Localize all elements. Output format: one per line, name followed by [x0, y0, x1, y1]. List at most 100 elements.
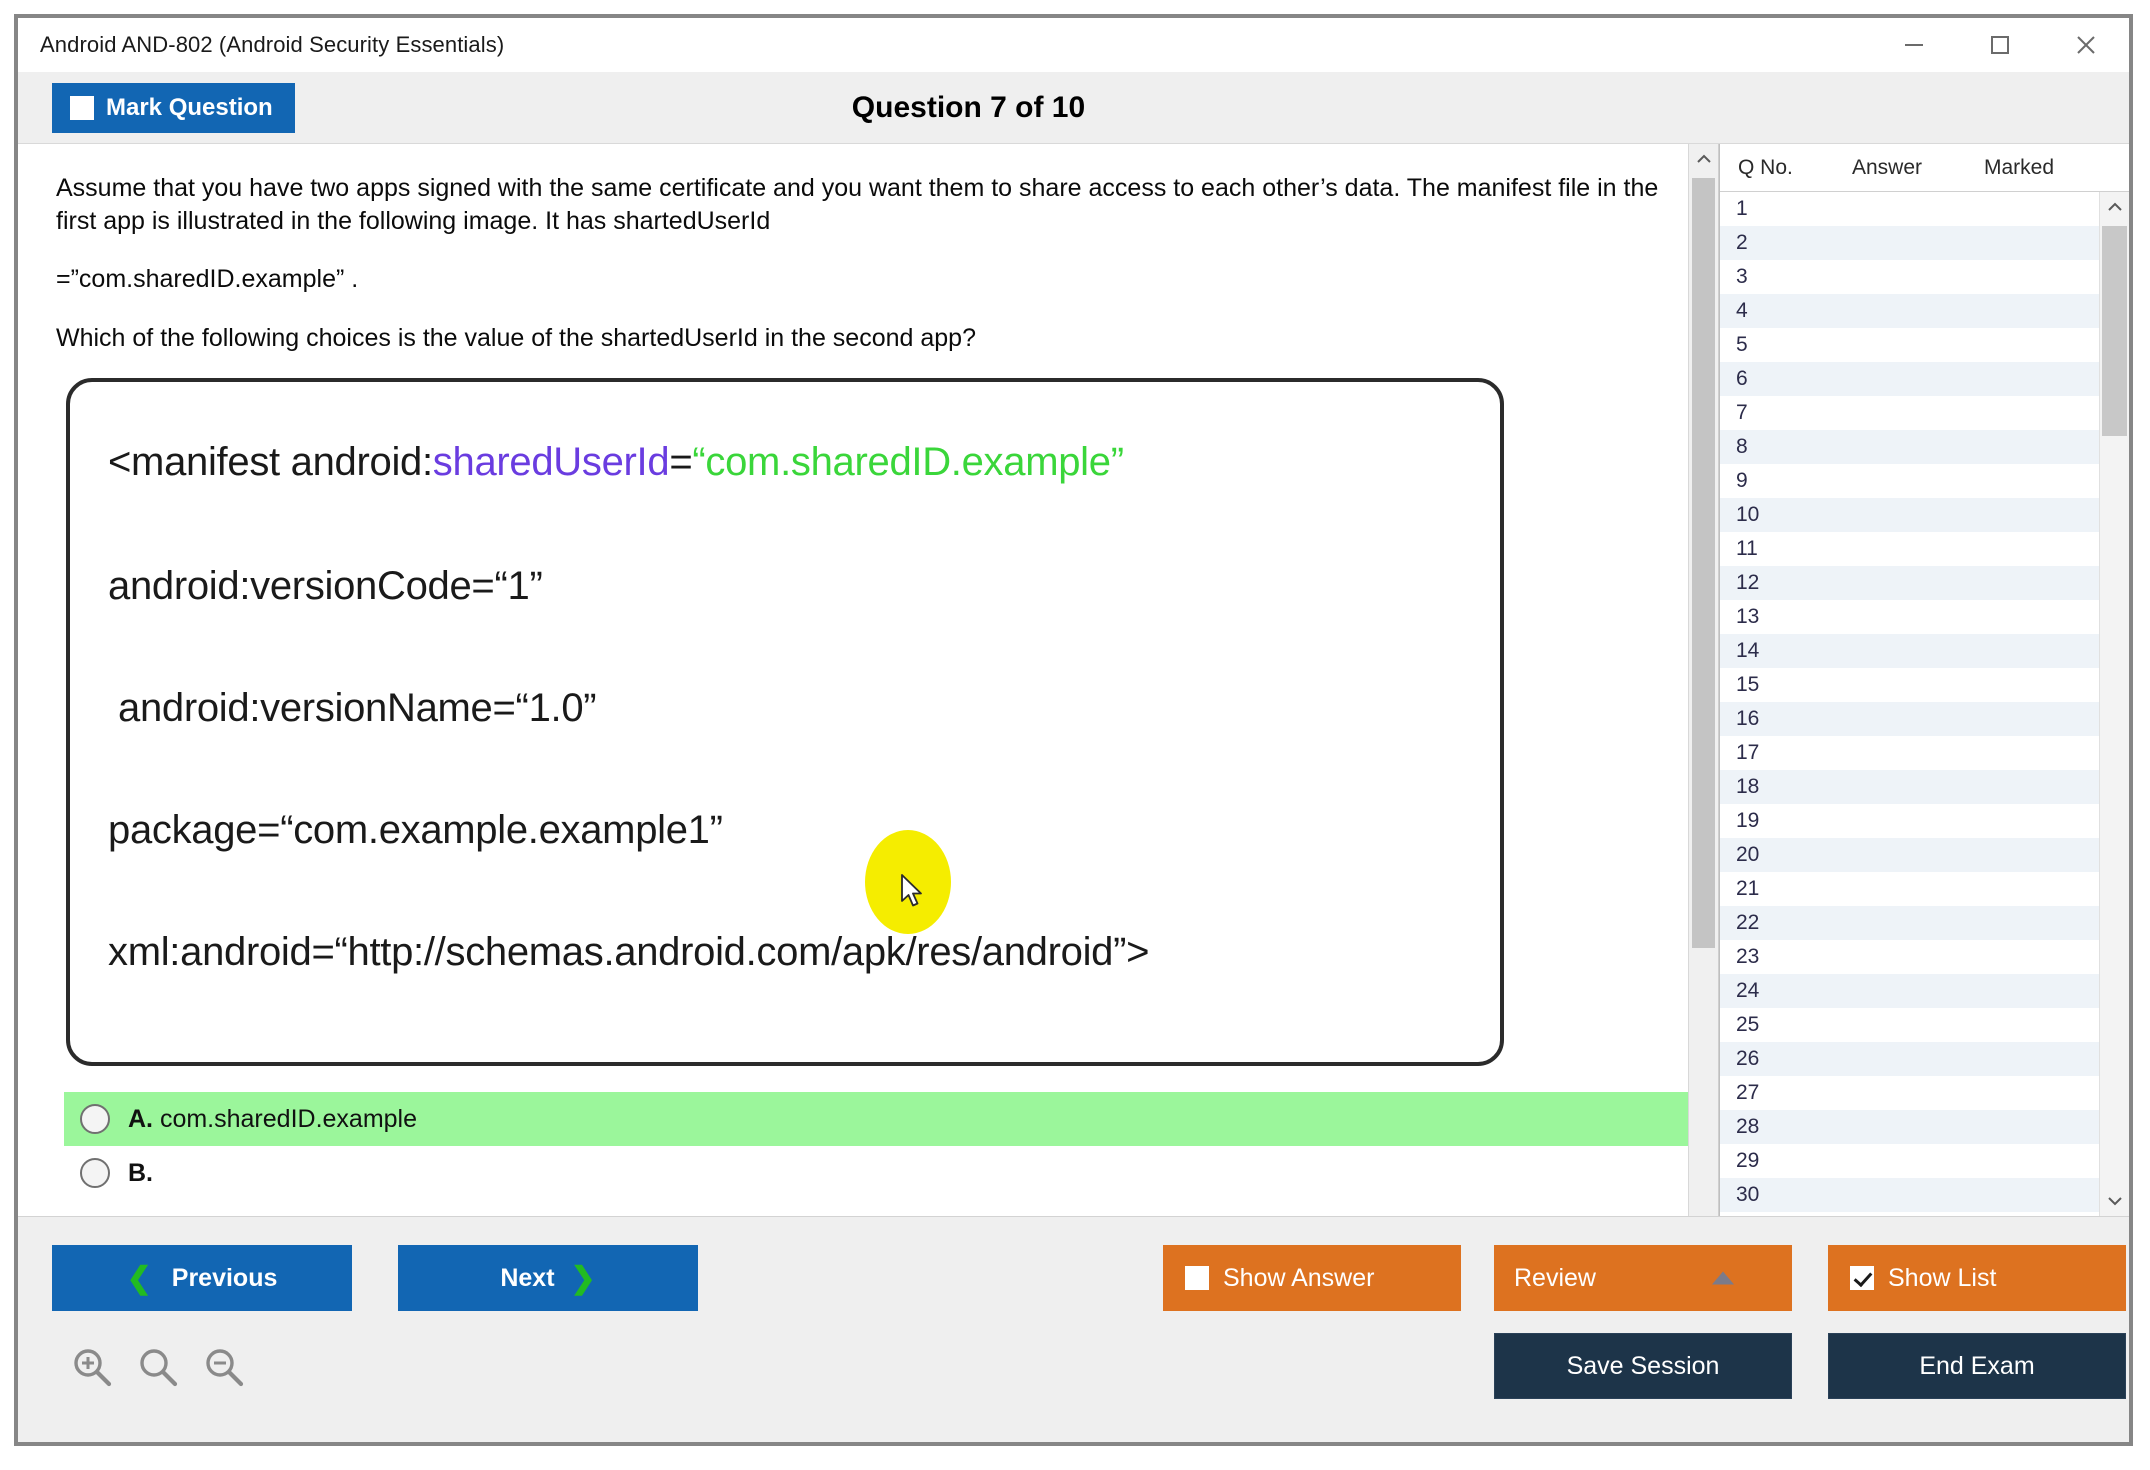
question-list-row[interactable]: 26 — [1720, 1042, 2099, 1076]
window-controls — [1871, 18, 2129, 72]
previous-button[interactable]: ❮ Previous — [52, 1245, 352, 1311]
answer-options: A. com.sharedID.example B. — [64, 1092, 1674, 1200]
question-list-row[interactable]: 14 — [1720, 634, 2099, 668]
end-exam-button[interactable]: End Exam — [1828, 1333, 2126, 1399]
question-list-row[interactable]: 29 — [1720, 1144, 2099, 1178]
zoom-in-icon[interactable] — [70, 1345, 114, 1389]
question-list-row[interactable]: 18 — [1720, 770, 2099, 804]
show-list-label: Show List — [1888, 1264, 1996, 1293]
column-header-marked: Marked — [1984, 156, 2129, 180]
question-list-row[interactable]: 11 — [1720, 532, 2099, 566]
row-question-number: 29 — [1720, 1149, 1780, 1173]
question-list-row[interactable]: 7 — [1720, 396, 2099, 430]
row-question-number: 25 — [1720, 1013, 1780, 1037]
option-b-radio[interactable] — [80, 1158, 110, 1188]
question-list-row[interactable]: 6 — [1720, 362, 2099, 396]
question-list-row[interactable]: 23 — [1720, 940, 2099, 974]
question-list-row[interactable]: 25 — [1720, 1008, 2099, 1042]
chevron-down-icon — [2107, 1195, 2123, 1207]
question-list-row[interactable]: 17 — [1720, 736, 2099, 770]
question-list-row[interactable]: 16 — [1720, 702, 2099, 736]
option-a-radio[interactable] — [80, 1104, 110, 1134]
question-list-row[interactable]: 13 — [1720, 600, 2099, 634]
save-session-label: Save Session — [1567, 1352, 1720, 1381]
code-line-4: package=“com.example.example1” — [108, 810, 1462, 850]
question-list-rows: 1234567891011121314151617181920212223242… — [1720, 192, 2099, 1216]
row-question-number: 28 — [1720, 1115, 1780, 1139]
question-list-body: 1234567891011121314151617181920212223242… — [1720, 192, 2129, 1216]
row-question-number: 10 — [1720, 503, 1780, 527]
minimize-icon — [1901, 32, 1927, 58]
show-answer-label: Show Answer — [1223, 1264, 1374, 1293]
question-list-row[interactable]: 20 — [1720, 838, 2099, 872]
row-question-number: 30 — [1720, 1183, 1780, 1207]
code-line-3: android:versionName=“1.0” — [108, 688, 1462, 728]
title-bar: Android AND-802 (Android Security Essent… — [18, 18, 2129, 72]
triangle-up-icon — [1712, 1272, 1734, 1285]
column-header-answer: Answer — [1852, 156, 1984, 180]
row-question-number: 19 — [1720, 809, 1780, 833]
minimize-button[interactable] — [1871, 18, 1957, 72]
show-list-checkbox-icon — [1850, 1266, 1874, 1290]
code-line-5: xml:android=“http://schemas.android.com/… — [108, 932, 1462, 972]
question-list-row[interactable]: 21 — [1720, 872, 2099, 906]
question-list-row[interactable]: 22 — [1720, 906, 2099, 940]
zoom-out-icon[interactable] — [202, 1345, 246, 1389]
question-list-scrollbar[interactable] — [2099, 192, 2129, 1216]
question-list-row[interactable]: 12 — [1720, 566, 2099, 600]
code-line-1: <manifest android:sharedUserId=“com.shar… — [108, 442, 1462, 482]
question-list-row[interactable]: 19 — [1720, 804, 2099, 838]
review-button[interactable]: Review — [1494, 1245, 1792, 1311]
question-list-row[interactable]: 30 — [1720, 1178, 2099, 1212]
close-button[interactable] — [2043, 18, 2129, 72]
question-list-row[interactable]: 28 — [1720, 1110, 2099, 1144]
question-list-row[interactable]: 24 — [1720, 974, 2099, 1008]
mark-question-label: Mark Question — [106, 94, 273, 122]
row-question-number: 21 — [1720, 877, 1780, 901]
next-button[interactable]: Next ❯ — [398, 1245, 698, 1311]
question-list-row[interactable]: 2 — [1720, 226, 2099, 260]
question-counter: Question 7 of 10 — [18, 91, 2129, 125]
question-list-row[interactable]: 10 — [1720, 498, 2099, 532]
list-scroll-down-button[interactable] — [2100, 1186, 2129, 1216]
option-b[interactable]: B. — [64, 1146, 1710, 1200]
list-scroll-thumb[interactable] — [2102, 226, 2127, 436]
question-list-row[interactable]: 15 — [1720, 668, 2099, 702]
exam-window: Android AND-802 (Android Security Essent… — [14, 14, 2133, 1446]
zoom-reset-icon[interactable] — [136, 1345, 180, 1389]
row-question-number: 27 — [1720, 1081, 1780, 1105]
row-question-number: 8 — [1720, 435, 1780, 459]
option-a[interactable]: A. com.sharedID.example — [64, 1092, 1710, 1146]
question-list-row[interactable]: 5 — [1720, 328, 2099, 362]
mark-question-button[interactable]: Mark Question — [52, 83, 295, 133]
chevron-right-icon: ❯ — [571, 1261, 596, 1296]
row-question-number: 4 — [1720, 299, 1780, 323]
question-list-row[interactable]: 9 — [1720, 464, 2099, 498]
review-label: Review — [1514, 1264, 1596, 1293]
content-scroll-up-button[interactable] — [1689, 144, 1718, 174]
mark-question-checkbox-icon — [70, 96, 94, 120]
content-scroll-thumb[interactable] — [1692, 178, 1715, 948]
show-answer-button[interactable]: Show Answer — [1163, 1245, 1461, 1311]
question-content-pane: Assume that you have two apps signed wit… — [18, 144, 1719, 1216]
main-body: Assume that you have two apps signed wit… — [18, 144, 2129, 1216]
content-scrollbar[interactable] — [1688, 144, 1718, 1216]
save-session-button[interactable]: Save Session — [1494, 1333, 1792, 1399]
question-list-row[interactable]: 3 — [1720, 260, 2099, 294]
option-b-letter: B. — [128, 1159, 153, 1187]
question-list-row[interactable]: 8 — [1720, 430, 2099, 464]
row-question-number: 18 — [1720, 775, 1780, 799]
question-list-header: Q No. Answer Marked — [1720, 144, 2129, 192]
close-icon — [2071, 30, 2101, 60]
row-question-number: 6 — [1720, 367, 1780, 391]
question-list-row[interactable]: 27 — [1720, 1076, 2099, 1110]
list-scroll-up-button[interactable] — [2100, 192, 2129, 222]
chevron-up-icon — [2107, 201, 2123, 213]
show-list-button[interactable]: Show List — [1828, 1245, 2126, 1311]
option-a-label: A. com.sharedID.example — [128, 1105, 417, 1134]
previous-label: Previous — [172, 1264, 278, 1293]
question-list-row[interactable]: 1 — [1720, 192, 2099, 226]
option-a-letter: A. — [128, 1105, 153, 1133]
question-list-row[interactable]: 4 — [1720, 294, 2099, 328]
maximize-button[interactable] — [1957, 18, 2043, 72]
